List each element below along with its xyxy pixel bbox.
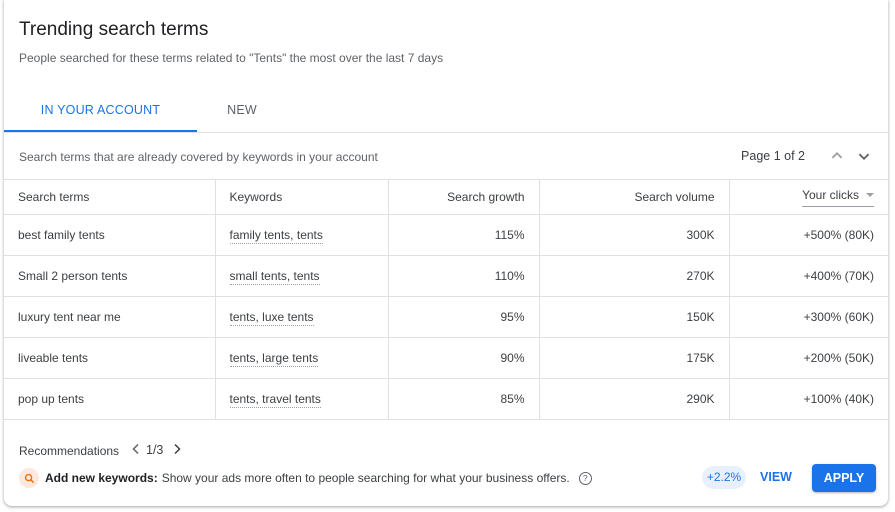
- tab-bar: IN YOUR ACCOUNT NEW: [4, 90, 888, 133]
- search-volume-cell: 175K: [539, 337, 730, 379]
- search-growth-cell: 85%: [388, 378, 540, 420]
- table-row: Small 2 person tents small tents, tents 11…: [4, 255, 888, 297]
- help-icon[interactable]: ?: [578, 471, 592, 485]
- sort-header-your-clicks[interactable]: Your clicks: [802, 188, 874, 207]
- search-terms-table: Search terms Keywords Search growth Sear…: [4, 180, 888, 420]
- keywords-link[interactable]: tents, large tents: [229, 351, 319, 367]
- card-title: Trending search terms: [19, 19, 209, 40]
- column-header-search-terms[interactable]: Search terms: [4, 180, 216, 215]
- keywords-cell: family tents, tents: [215, 214, 389, 256]
- search-icon: [19, 468, 39, 488]
- keywords-cell: small tents, tents: [215, 255, 389, 297]
- table-header-row: Search terms Keywords Search growth Sear…: [4, 180, 888, 215]
- column-header-keywords[interactable]: Keywords: [215, 180, 389, 215]
- apply-button[interactable]: APPLY: [812, 464, 876, 492]
- search-volume-cell: 270K: [539, 255, 730, 297]
- recommendation-prev-button[interactable]: [131, 443, 141, 458]
- your-clicks-cell: +400% (70K): [729, 255, 888, 297]
- column-header-search-volume[interactable]: Search volume: [539, 180, 730, 215]
- page-indicator: Page 1 of 2: [741, 149, 805, 163]
- trending-search-terms-card: Trending search terms People searched fo…: [4, 0, 888, 506]
- keywords-link[interactable]: tents, travel tents: [229, 392, 321, 408]
- column-header-search-growth[interactable]: Search growth: [388, 180, 540, 215]
- your-clicks-label: Your clicks: [802, 187, 859, 202]
- search-growth-cell: 95%: [388, 296, 540, 338]
- recommendation-description: Show your ads more often to people searc…: [161, 471, 570, 485]
- keywords-cell: tents, large tents: [215, 337, 389, 379]
- your-clicks-cell: +300% (60K): [729, 296, 888, 338]
- search-volume-cell: 150K: [539, 296, 730, 338]
- info-text: Search terms that are already covered by…: [19, 150, 378, 164]
- column-header-your-clicks[interactable]: Your clicks: [729, 180, 888, 215]
- chevron-down-icon[interactable]: [853, 145, 875, 167]
- your-clicks-cell: +200% (50K): [729, 337, 888, 379]
- tab-in-your-account[interactable]: IN YOUR ACCOUNT: [4, 90, 197, 132]
- search-volume-cell: 300K: [539, 214, 730, 256]
- search-term-cell: pop up tents: [4, 378, 216, 420]
- keywords-link[interactable]: tents, luxe tents: [229, 310, 314, 326]
- tab-new[interactable]: NEW: [197, 90, 287, 131]
- info-bar: Search terms that are already covered by…: [4, 133, 888, 180]
- your-clicks-cell: +500% (80K): [729, 214, 888, 256]
- table-row: pop up tents tents, travel tents 85% 290K +1…: [4, 378, 888, 420]
- keywords-link[interactable]: small tents, tents: [229, 269, 320, 285]
- recommendations-label: Recommendations: [19, 444, 120, 458]
- recommendation-row: Add new keywords: Show your ads more oft…: [19, 468, 592, 488]
- keywords-cell: tents, luxe tents: [215, 296, 389, 338]
- table-row: liveable tents tents, large tents 90% 175K +…: [4, 337, 888, 379]
- lift-badge: +2.2%: [702, 466, 746, 489]
- search-term-cell: best family tents: [4, 214, 216, 256]
- search-growth-cell: 110%: [388, 255, 540, 297]
- keywords-cell: tents, travel tents: [215, 378, 389, 420]
- search-term-cell: Small 2 person tents: [4, 255, 216, 297]
- search-growth-cell: 115%: [388, 214, 540, 256]
- view-button[interactable]: VIEW: [754, 466, 798, 489]
- your-clicks-cell: +100% (40K): [729, 378, 888, 420]
- table-row: luxury tent near me tents, luxe tents 95% 1…: [4, 296, 888, 338]
- keywords-link[interactable]: family tents, tents: [229, 228, 323, 244]
- chevron-up-icon[interactable]: [826, 145, 848, 167]
- search-growth-cell: 90%: [388, 337, 540, 379]
- search-term-cell: luxury tent near me: [4, 296, 216, 338]
- recommendation-position: 1/3: [146, 443, 164, 457]
- search-volume-cell: 290K: [539, 378, 730, 420]
- sort-arrow-icon: [866, 193, 874, 198]
- recommendation-next-button[interactable]: [172, 443, 182, 458]
- recommendation-title: Add new keywords:: [45, 471, 158, 485]
- table-row: best family tents family tents, tents 115%…: [4, 214, 888, 256]
- search-term-cell: liveable tents: [4, 337, 216, 379]
- card-subtitle: People searched for these terms related …: [19, 51, 444, 65]
